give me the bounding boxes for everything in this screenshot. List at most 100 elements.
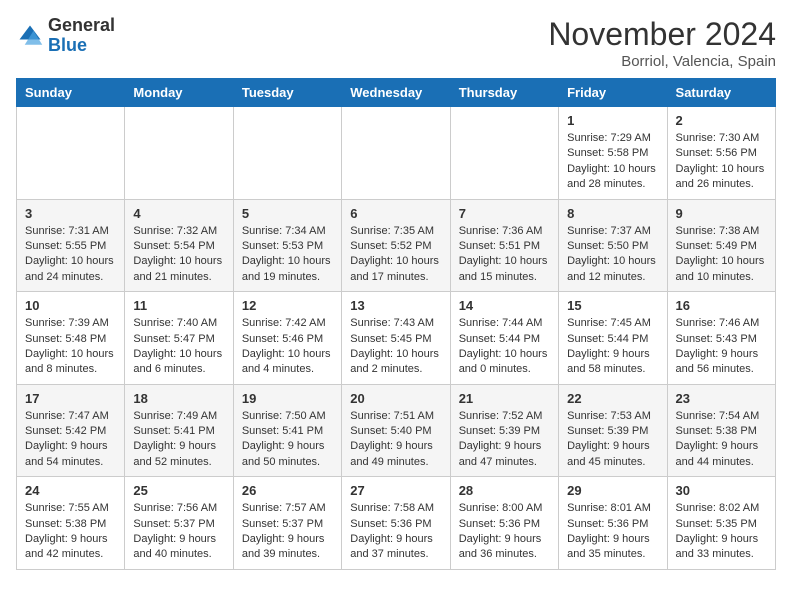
day-number: 7 <box>459 206 550 221</box>
calendar-day-26: 26 Sunrise: 7:57 AM Sunset: 5:37 PM Dayli… <box>233 477 341 570</box>
day-number: 15 <box>567 298 658 313</box>
day-number: 6 <box>350 206 441 221</box>
day-number: 5 <box>242 206 333 221</box>
calendar-day-8: 8 Sunrise: 7:37 AM Sunset: 5:50 PM Daylig… <box>559 199 667 292</box>
calendar-day-14: 14Sunrise: 7:44 AM Sunset: 5:44 PM Dayli… <box>450 292 558 385</box>
calendar-day-24: 24 Sunrise: 7:55 AM Sunset: 5:38 PM Dayli… <box>17 477 125 570</box>
calendar-day-11: 11 Sunrise: 7:40 AM Sunset: 5:47 PM Dayli… <box>125 292 233 385</box>
day-info: Sunrise: 7:45 AM Sunset: 5:44 PM Dayligh… <box>567 316 658 378</box>
day-number: 24 <box>25 483 116 498</box>
calendar-week-row: 3Sunrise: 7:31 AM Sunset: 5:55 PM Daylig… <box>17 199 776 292</box>
logo: General Blue <box>16 16 115 56</box>
day-number: 11 <box>133 298 224 313</box>
day-info: Sunrise: 7:40 AM Sunset: 5:47 PM Dayligh… <box>133 316 224 378</box>
day-number: 9 <box>676 206 767 221</box>
day-info: Sunrise: 7:38 AM Sunset: 5:49 PM Dayligh… <box>676 224 767 286</box>
day-number: 17 <box>25 391 116 406</box>
day-info: Sunrise: 7:57 AM Sunset: 5:37 PM Dayligh… <box>242 501 333 563</box>
day-info: Sunrise: 8:02 AM Sunset: 5:35 PM Dayligh… <box>676 501 767 563</box>
day-info: Sunrise: 7:42 AM Sunset: 5:46 PM Dayligh… <box>242 316 333 378</box>
calendar-day-2: 2 Sunrise: 7:30 AM Sunset: 5:56 PM Daylig… <box>667 107 775 200</box>
calendar-day-6: 6 Sunrise: 7:35 AM Sunset: 5:52 PM Daylig… <box>342 199 450 292</box>
day-number: 18 <box>133 391 224 406</box>
calendar-day-28: 28 Sunrise: 8:00 AM Sunset: 5:36 PM Dayli… <box>450 477 558 570</box>
day-number: 20 <box>350 391 441 406</box>
day-number: 4 <box>133 206 224 221</box>
weekday-header-saturday: Saturday <box>667 79 775 107</box>
calendar-day-5: 5 Sunrise: 7:34 AM Sunset: 5:53 PM Daylig… <box>233 199 341 292</box>
day-info: Sunrise: 8:00 AM Sunset: 5:36 PM Dayligh… <box>459 501 550 563</box>
day-number: 29 <box>567 483 658 498</box>
day-info: Sunrise: 7:34 AM Sunset: 5:53 PM Dayligh… <box>242 224 333 286</box>
title-block: November 2024 Borriol, Valencia, Spain <box>548 16 776 70</box>
calendar-day-16: 16Sunrise: 7:46 AM Sunset: 5:43 PM Dayli… <box>667 292 775 385</box>
calendar-empty <box>233 107 341 200</box>
day-info: Sunrise: 7:53 AM Sunset: 5:39 PM Dayligh… <box>567 409 658 471</box>
day-number: 8 <box>567 206 658 221</box>
day-info: Sunrise: 7:32 AM Sunset: 5:54 PM Dayligh… <box>133 224 224 286</box>
day-info: Sunrise: 7:56 AM Sunset: 5:37 PM Dayligh… <box>133 501 224 563</box>
day-number: 23 <box>676 391 767 406</box>
calendar-day-10: 10Sunrise: 7:39 AM Sunset: 5:48 PM Dayli… <box>17 292 125 385</box>
weekday-header-row: SundayMondayTuesdayWednesdayThursdayFrid… <box>17 79 776 107</box>
day-info: Sunrise: 7:54 AM Sunset: 5:38 PM Dayligh… <box>676 409 767 471</box>
calendar-day-7: 7 Sunrise: 7:36 AM Sunset: 5:51 PM Daylig… <box>450 199 558 292</box>
day-number: 28 <box>459 483 550 498</box>
month-title: November 2024 <box>548 16 776 53</box>
day-number: 27 <box>350 483 441 498</box>
day-number: 1 <box>567 113 658 128</box>
calendar-day-17: 17 Sunrise: 7:47 AM Sunset: 5:42 PM Dayli… <box>17 384 125 477</box>
day-info: Sunrise: 7:37 AM Sunset: 5:50 PM Dayligh… <box>567 224 658 286</box>
calendar-day-3: 3Sunrise: 7:31 AM Sunset: 5:55 PM Daylig… <box>17 199 125 292</box>
calendar-day-21: 21Sunrise: 7:52 AM Sunset: 5:39 PM Dayli… <box>450 384 558 477</box>
calendar-day-1: 1 Sunrise: 7:29 AM Sunset: 5:58 PM Daylig… <box>559 107 667 200</box>
day-info: Sunrise: 7:51 AM Sunset: 5:40 PM Dayligh… <box>350 409 441 471</box>
day-info: Sunrise: 7:43 AM Sunset: 5:45 PM Dayligh… <box>350 316 441 378</box>
weekday-header-monday: Monday <box>125 79 233 107</box>
day-info: Sunrise: 7:36 AM Sunset: 5:51 PM Dayligh… <box>459 224 550 286</box>
calendar-day-20: 20 Sunrise: 7:51 AM Sunset: 5:40 PM Dayli… <box>342 384 450 477</box>
weekday-header-friday: Friday <box>559 79 667 107</box>
day-info: Sunrise: 7:35 AM Sunset: 5:52 PM Dayligh… <box>350 224 441 286</box>
logo-text: General Blue <box>48 16 115 56</box>
calendar-day-12: 12 Sunrise: 7:42 AM Sunset: 5:46 PM Dayli… <box>233 292 341 385</box>
calendar-day-22: 22 Sunrise: 7:53 AM Sunset: 5:39 PM Dayli… <box>559 384 667 477</box>
day-number: 19 <box>242 391 333 406</box>
calendar-day-23: 23 Sunrise: 7:54 AM Sunset: 5:38 PM Dayli… <box>667 384 775 477</box>
day-info: Sunrise: 7:50 AM Sunset: 5:41 PM Dayligh… <box>242 409 333 471</box>
calendar-day-27: 27 Sunrise: 7:58 AM Sunset: 5:36 PM Dayli… <box>342 477 450 570</box>
day-number: 16 <box>676 298 767 313</box>
day-info: Sunrise: 7:39 AM Sunset: 5:48 PM Dayligh… <box>25 316 116 378</box>
day-info: Sunrise: 7:31 AM Sunset: 5:55 PM Dayligh… <box>25 224 116 286</box>
calendar-empty <box>450 107 558 200</box>
calendar-table: SundayMondayTuesdayWednesdayThursdayFrid… <box>16 78 776 570</box>
calendar-day-9: 9 Sunrise: 7:38 AM Sunset: 5:49 PM Daylig… <box>667 199 775 292</box>
day-info: Sunrise: 8:01 AM Sunset: 5:36 PM Dayligh… <box>567 501 658 563</box>
calendar-day-18: 18 Sunrise: 7:49 AM Sunset: 5:41 PM Dayli… <box>125 384 233 477</box>
day-info: Sunrise: 7:30 AM Sunset: 5:56 PM Dayligh… <box>676 131 767 193</box>
day-info: Sunrise: 7:55 AM Sunset: 5:38 PM Dayligh… <box>25 501 116 563</box>
day-info: Sunrise: 7:47 AM Sunset: 5:42 PM Dayligh… <box>25 409 116 471</box>
day-number: 25 <box>133 483 224 498</box>
calendar-empty <box>125 107 233 200</box>
day-info: Sunrise: 7:29 AM Sunset: 5:58 PM Dayligh… <box>567 131 658 193</box>
calendar-day-19: 19 Sunrise: 7:50 AM Sunset: 5:41 PM Dayli… <box>233 384 341 477</box>
day-number: 12 <box>242 298 333 313</box>
weekday-header-wednesday: Wednesday <box>342 79 450 107</box>
day-number: 2 <box>676 113 767 128</box>
day-info: Sunrise: 7:58 AM Sunset: 5:36 PM Dayligh… <box>350 501 441 563</box>
calendar-week-row: 1 Sunrise: 7:29 AM Sunset: 5:58 PM Daylig… <box>17 107 776 200</box>
day-number: 21 <box>459 391 550 406</box>
calendar-day-25: 25 Sunrise: 7:56 AM Sunset: 5:37 PM Dayli… <box>125 477 233 570</box>
day-number: 26 <box>242 483 333 498</box>
day-info: Sunrise: 7:49 AM Sunset: 5:41 PM Dayligh… <box>133 409 224 471</box>
calendar-empty <box>17 107 125 200</box>
page-header: General Blue November 2024 Borriol, Vale… <box>16 16 776 70</box>
calendar-empty <box>342 107 450 200</box>
calendar-day-30: 30Sunrise: 8:02 AM Sunset: 5:35 PM Dayli… <box>667 477 775 570</box>
day-info: Sunrise: 7:44 AM Sunset: 5:44 PM Dayligh… <box>459 316 550 378</box>
calendar-day-15: 15 Sunrise: 7:45 AM Sunset: 5:44 PM Dayli… <box>559 292 667 385</box>
weekday-header-sunday: Sunday <box>17 79 125 107</box>
calendar-week-row: 24 Sunrise: 7:55 AM Sunset: 5:38 PM Dayli… <box>17 477 776 570</box>
day-number: 22 <box>567 391 658 406</box>
